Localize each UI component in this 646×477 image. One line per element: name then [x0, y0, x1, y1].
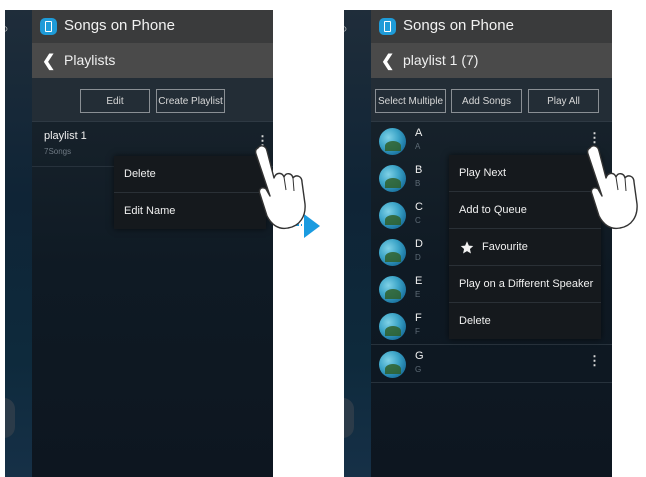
song-artist: A [415, 142, 421, 151]
more-vert-icon[interactable]: ⋮ [588, 131, 601, 144]
play-all-button[interactable]: Play All [528, 89, 599, 113]
right-phone-screen: ⌕ Songs on Phone ❮ playlist 1 (7) Select… [344, 10, 612, 477]
song-artist: G [415, 365, 422, 374]
favourite-label: Favourite [482, 241, 528, 253]
song-artist: D [415, 253, 421, 262]
more-vert-icon[interactable]: ⋮ [588, 354, 601, 367]
album-art [379, 165, 406, 192]
right-main-view: Songs on Phone ❮ playlist 1 (7) Select M… [371, 10, 612, 477]
menu-item-delete[interactable]: Delete [114, 156, 266, 192]
menu-item-edit-name[interactable]: Edit Name [114, 193, 266, 229]
song-title: B [415, 164, 423, 176]
song-title: D [415, 238, 423, 250]
action-button-row: Edit Create Playlist [32, 78, 273, 122]
add-songs-button[interactable]: Add Songs [451, 89, 522, 113]
playlist-song-count: 7Songs [44, 147, 72, 156]
page-title: Playlists [64, 52, 116, 68]
app-bar: Songs on Phone [32, 10, 273, 43]
hand-pointer-icon [586, 145, 638, 230]
back-chevron-icon[interactable]: ❮ [42, 51, 55, 71]
song-artist: B [415, 179, 421, 188]
song-context-menu: Play Next Add to Queue Favourite Play on… [449, 155, 601, 339]
song-title: E [415, 275, 423, 287]
album-art [379, 202, 406, 229]
song-artist: C [415, 216, 421, 225]
background-app-strip: ⌕ [5, 10, 32, 477]
menu-item-delete[interactable]: Delete [449, 303, 601, 339]
song-title: G [415, 350, 424, 362]
playlist-name: playlist 1 [44, 130, 87, 142]
playlist-context-menu: Delete Edit Name [114, 156, 266, 229]
left-main-view: Songs on Phone ❮ Playlists Edit Create P… [32, 10, 273, 477]
page-title: playlist 1 (7) [403, 52, 479, 68]
menu-item-favourite[interactable]: Favourite [449, 229, 601, 265]
sub-header: ❮ playlist 1 (7) [371, 43, 612, 78]
background-app-strip: ⌕ [344, 10, 371, 477]
edit-button[interactable]: Edit [80, 89, 150, 113]
app-bar: Songs on Phone [371, 10, 612, 43]
album-art [379, 313, 406, 340]
row-divider [371, 382, 612, 383]
song-title: A [415, 127, 423, 139]
phone-app-icon [40, 18, 57, 35]
hand-pointer-icon [254, 145, 306, 230]
album-art [379, 351, 406, 378]
song-title: F [415, 312, 422, 324]
create-playlist-button[interactable]: Create Playlist [156, 89, 225, 113]
select-multiple-button[interactable]: Select Multiple [375, 89, 446, 113]
app-title: Songs on Phone [64, 17, 175, 34]
album-art [379, 128, 406, 155]
song-row-a[interactable]: A A ⋮ [371, 122, 612, 159]
song-title: C [415, 201, 423, 213]
phone-app-icon [379, 18, 396, 35]
edge-handle [344, 398, 354, 438]
star-icon [460, 240, 474, 253]
action-button-row: Select Multiple Add Songs Play All [371, 78, 612, 122]
song-artist: F [415, 327, 420, 336]
menu-item-add-to-queue[interactable]: Add to Queue [449, 192, 601, 228]
search-icon: ⌕ [5, 20, 9, 37]
song-artist: E [415, 290, 421, 299]
menu-item-play-on-different-speaker[interactable]: Play on a Different Speaker [449, 266, 601, 302]
song-row-g[interactable]: G G ⋮ [371, 345, 612, 382]
edge-handle [5, 398, 15, 438]
album-art [379, 239, 406, 266]
left-phone-screen: ⌕ Songs on Phone ❮ Playlists Edit Create… [5, 10, 273, 477]
search-icon: ⌕ [344, 20, 348, 37]
sub-header: ❮ Playlists [32, 43, 273, 78]
app-title: Songs on Phone [403, 17, 514, 34]
menu-item-play-next[interactable]: Play Next [449, 155, 601, 191]
album-art [379, 276, 406, 303]
back-chevron-icon[interactable]: ❮ [381, 51, 394, 71]
